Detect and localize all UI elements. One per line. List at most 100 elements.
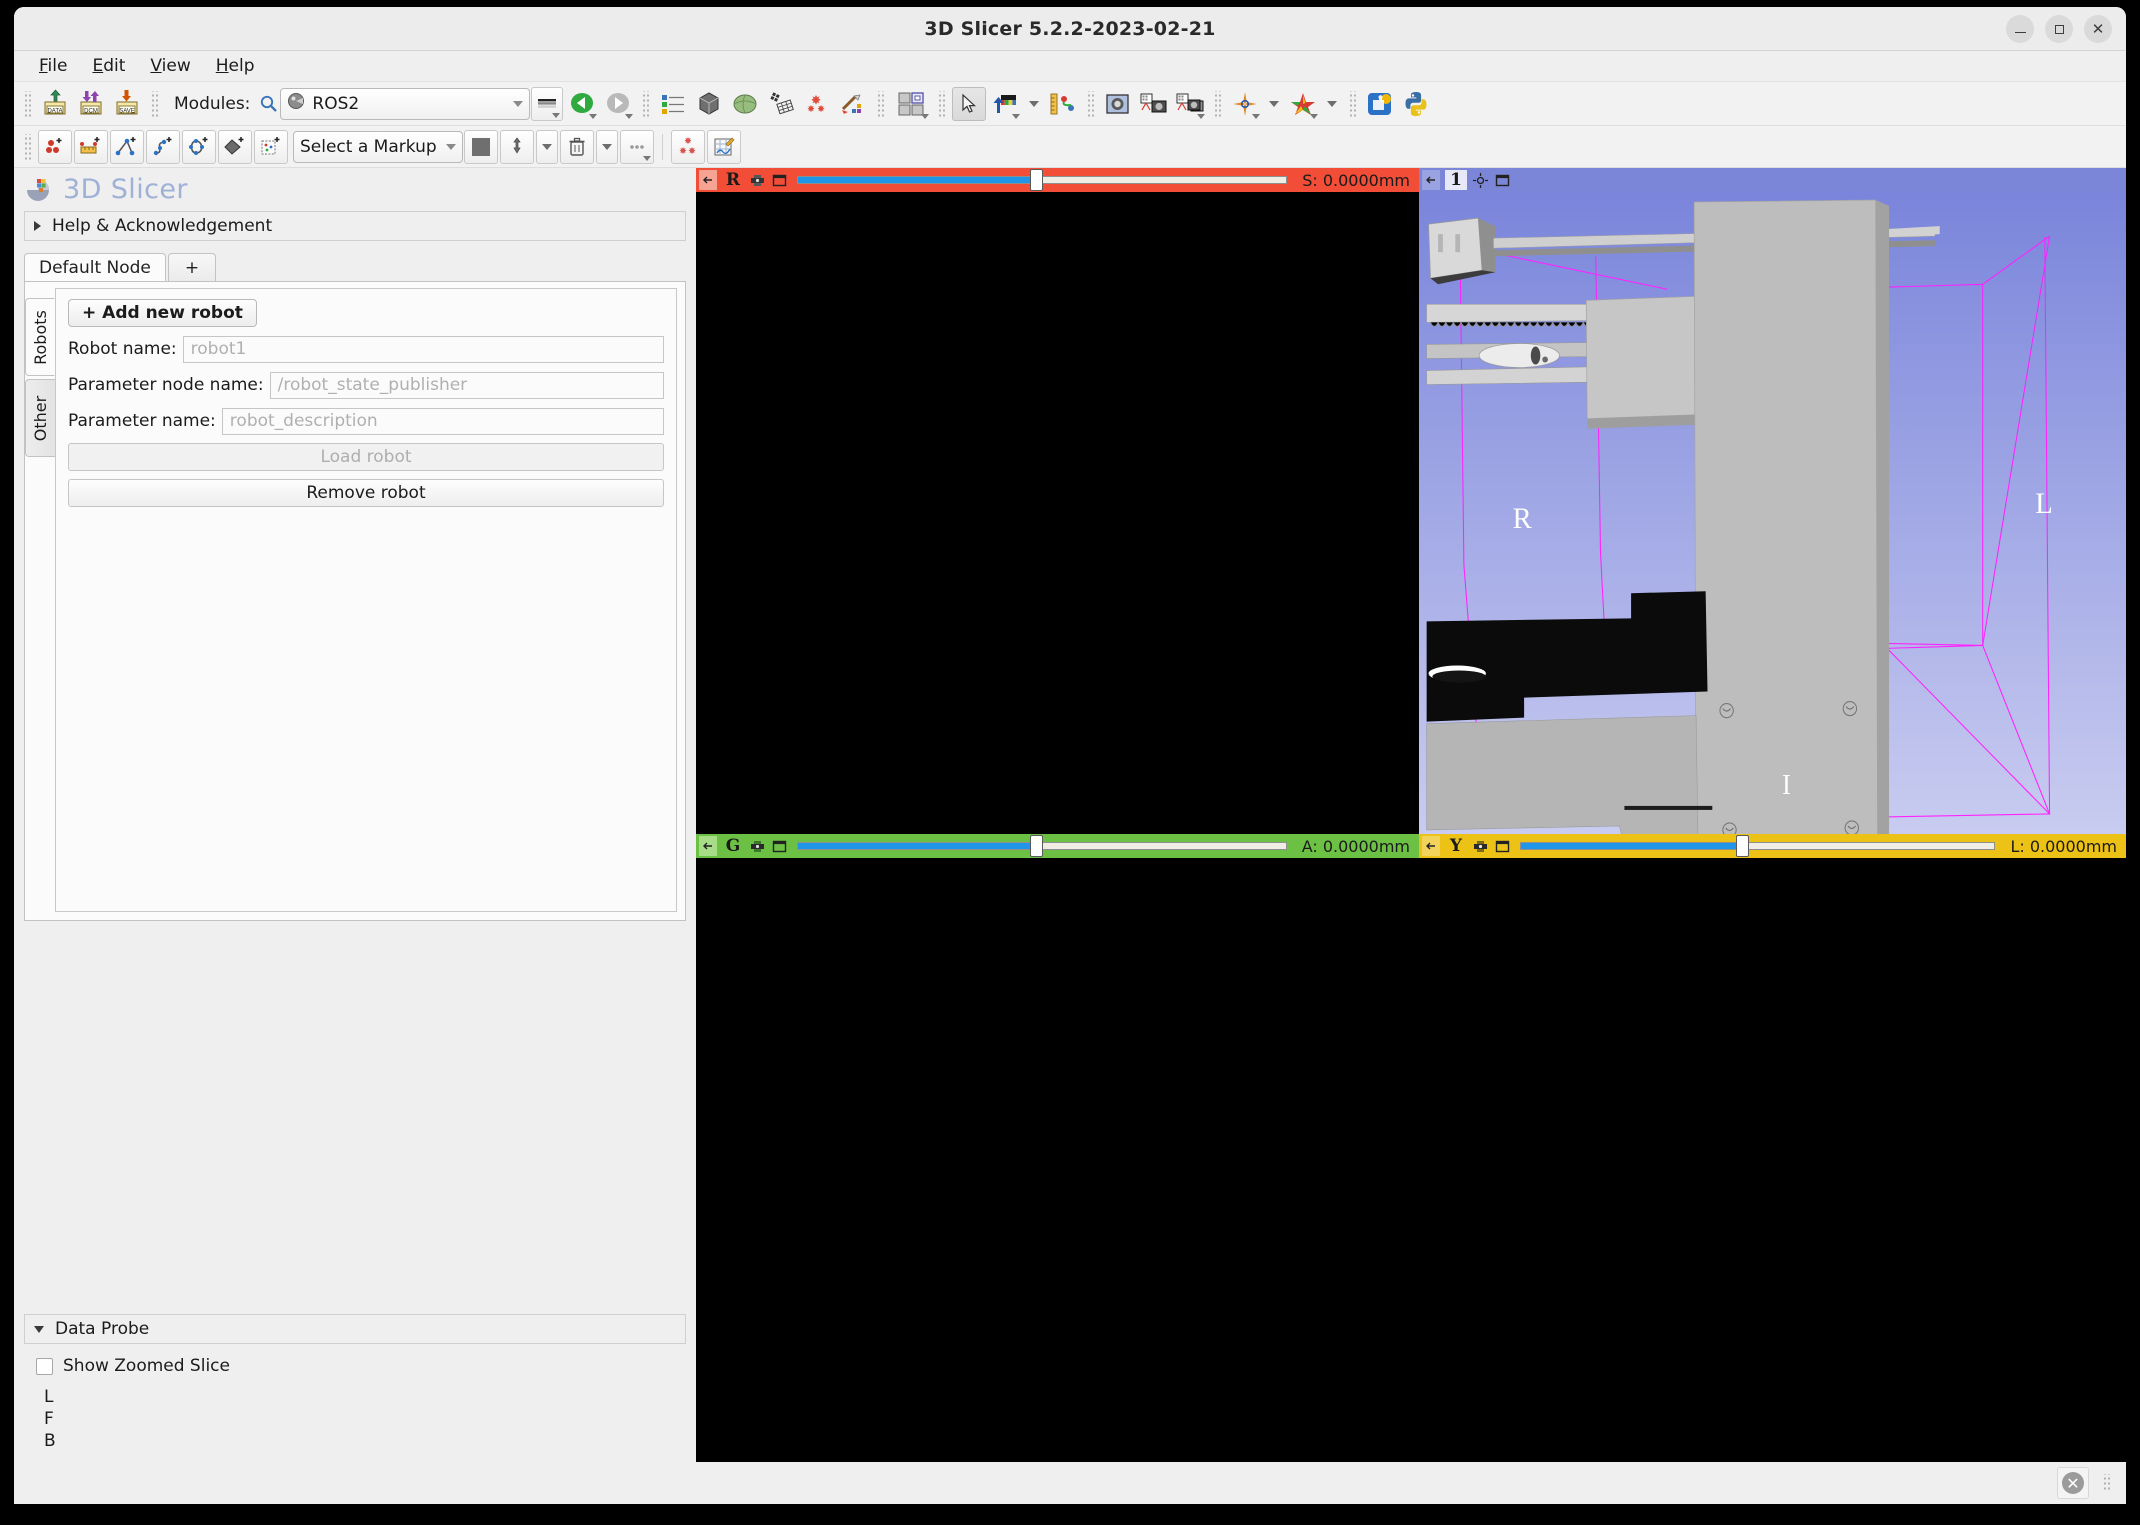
data-probe-section[interactable]: Data Probe bbox=[24, 1314, 686, 1344]
view-maximize-icon[interactable] bbox=[771, 172, 788, 189]
minimize-button[interactable] bbox=[2006, 15, 2034, 43]
chevron-down-icon[interactable] bbox=[513, 100, 524, 107]
magnifier-icon[interactable] bbox=[256, 94, 280, 113]
modules-toolbar-grip[interactable] bbox=[150, 90, 159, 117]
menu-view[interactable]: View bbox=[139, 53, 201, 79]
capture-toolbar-grip[interactable] bbox=[1086, 90, 1096, 117]
module-forward-icon[interactable] bbox=[601, 87, 635, 121]
mouse-pointer-icon[interactable] bbox=[952, 86, 987, 121]
markups-edit-icon[interactable] bbox=[707, 129, 741, 164]
green-slice-view[interactable]: G A: 0.0000mm bbox=[696, 834, 1419, 1462]
green-slice-slider[interactable] bbox=[797, 835, 1287, 857]
yellow-slice-view[interactable]: Y L: 0.0000mm bbox=[1419, 834, 2126, 1462]
markups-star-caret[interactable] bbox=[1322, 87, 1342, 121]
annotations-icon[interactable] bbox=[836, 87, 870, 121]
tab-default-node[interactable]: Default Node bbox=[24, 253, 166, 281]
trash-icon[interactable] bbox=[560, 129, 594, 164]
modules-tools-grip[interactable] bbox=[641, 90, 651, 117]
more-options-icon[interactable] bbox=[620, 129, 654, 164]
center-view-icon[interactable] bbox=[1472, 172, 1489, 189]
menu-edit[interactable]: Edit bbox=[81, 53, 136, 79]
models-icon[interactable] bbox=[728, 87, 762, 121]
module-back-icon[interactable] bbox=[565, 87, 599, 121]
trash-caret[interactable] bbox=[596, 129, 618, 164]
python-console-icon[interactable] bbox=[1399, 87, 1433, 121]
markups-icon[interactable] bbox=[800, 87, 834, 121]
slice-visibility-icon[interactable] bbox=[749, 838, 766, 855]
parameter-node-name-input[interactable]: /robot_state_publisher bbox=[269, 371, 664, 399]
threed-view[interactable]: 1 R L I bbox=[1419, 168, 2126, 834]
load-robot-button[interactable]: Load robot bbox=[68, 443, 664, 471]
red-slice-view[interactable]: R S: 0.0000mm bbox=[696, 168, 1419, 834]
markups-visibility-icon[interactable] bbox=[671, 129, 705, 164]
markup-open-curve-add-icon[interactable] bbox=[146, 129, 180, 164]
view-maximize-icon[interactable] bbox=[771, 838, 788, 855]
markup-angle-add-icon[interactable] bbox=[110, 129, 144, 164]
layout-chooser-icon[interactable] bbox=[891, 87, 931, 121]
vertical-tab-robots[interactable]: Robots bbox=[25, 298, 55, 376]
data-probe-title: Data Probe bbox=[55, 1319, 150, 1339]
error-close-icon[interactable]: ✕ bbox=[2057, 1467, 2089, 1499]
scene-views-icon[interactable] bbox=[1137, 87, 1171, 121]
remove-robot-button[interactable]: Remove robot bbox=[68, 479, 664, 507]
close-button[interactable]: ✕ bbox=[2084, 15, 2112, 43]
pin-icon[interactable] bbox=[1422, 170, 1440, 190]
screenshot-icon[interactable] bbox=[1101, 87, 1135, 121]
tab-add-node[interactable]: + bbox=[167, 253, 217, 281]
ruler-icon[interactable] bbox=[1046, 87, 1080, 121]
view-maximize-icon[interactable] bbox=[1494, 172, 1511, 189]
crosshair-caret[interactable] bbox=[1264, 87, 1284, 121]
window-title: 3D Slicer 5.2.2-2023-02-21 bbox=[924, 17, 1216, 40]
crosshair-toolbar-grip[interactable] bbox=[1213, 90, 1223, 117]
pin-icon[interactable] bbox=[699, 836, 717, 856]
extensions-manager-icon[interactable] bbox=[1363, 87, 1397, 121]
load-data-icon[interactable]: DATA bbox=[38, 87, 72, 121]
layout-toolbar-grip[interactable] bbox=[876, 90, 886, 117]
red-slice-slider[interactable] bbox=[797, 169, 1288, 191]
threed-scene[interactable]: R L I bbox=[1419, 192, 2126, 834]
help-acknowledgement-section[interactable]: Help & Acknowledgement bbox=[24, 211, 686, 241]
slice-visibility-icon[interactable] bbox=[1472, 838, 1489, 855]
menu-help[interactable]: Help bbox=[205, 53, 266, 79]
view-maximize-icon[interactable] bbox=[1494, 838, 1511, 855]
robot-name-input[interactable]: robot1 bbox=[182, 335, 664, 363]
dicom-icon[interactable]: DCM bbox=[74, 87, 108, 121]
parameter-name-row: Parameter name: robot_description bbox=[68, 407, 664, 435]
mouse-toolbar-grip[interactable] bbox=[937, 90, 947, 117]
slice-visibility-icon[interactable] bbox=[749, 172, 766, 189]
vertical-tab-other[interactable]: Other bbox=[25, 379, 55, 457]
pin-icon[interactable] bbox=[699, 170, 717, 190]
scene-views-capture-icon[interactable] bbox=[1173, 87, 1207, 121]
markups-toolbar-grip[interactable] bbox=[23, 133, 32, 160]
crosshair-icon[interactable] bbox=[1228, 87, 1262, 121]
markup-closed-curve-add-icon[interactable] bbox=[182, 129, 216, 164]
module-selector-combobox[interactable]: ROS2 bbox=[280, 87, 531, 120]
subject-hierarchy-icon[interactable] bbox=[656, 87, 690, 121]
markup-roi-add-icon[interactable] bbox=[254, 129, 288, 164]
parameter-name-input[interactable]: robot_description bbox=[221, 407, 664, 435]
toolbar-grip[interactable] bbox=[23, 90, 32, 117]
transforms-icon[interactable] bbox=[764, 87, 798, 121]
save-data-icon[interactable]: SAVE bbox=[110, 87, 144, 121]
chevron-down-icon[interactable] bbox=[446, 143, 456, 150]
capture-color-icon[interactable] bbox=[988, 87, 1022, 121]
place-persistent-caret[interactable] bbox=[536, 129, 558, 164]
favorite-modules-icon[interactable] bbox=[531, 86, 564, 121]
extensions-toolbar-grip[interactable] bbox=[1348, 90, 1358, 117]
color-swatch-icon[interactable] bbox=[464, 129, 498, 164]
volume-rendering-icon[interactable] bbox=[692, 87, 726, 121]
place-persistent-icon[interactable] bbox=[500, 129, 534, 164]
pin-icon[interactable] bbox=[1422, 836, 1440, 856]
markups-star-icon[interactable] bbox=[1286, 87, 1320, 121]
markup-point-add-icon[interactable] bbox=[38, 129, 72, 164]
menu-file[interactable]: File bbox=[28, 53, 78, 79]
show-zoomed-slice-row[interactable]: Show Zoomed Slice bbox=[36, 1356, 696, 1376]
add-new-robot-button[interactable]: + Add new robot bbox=[68, 299, 257, 327]
yellow-slice-slider[interactable] bbox=[1520, 835, 1996, 857]
show-zoomed-slice-checkbox[interactable] bbox=[36, 1357, 53, 1375]
markup-line-add-icon[interactable] bbox=[74, 129, 108, 164]
maximize-button[interactable] bbox=[2045, 15, 2073, 43]
markup-selector-combobox[interactable]: Select a Markup bbox=[293, 130, 463, 163]
markup-plane-add-icon[interactable] bbox=[218, 129, 252, 164]
smallcaret-mouse[interactable] bbox=[1024, 87, 1044, 121]
